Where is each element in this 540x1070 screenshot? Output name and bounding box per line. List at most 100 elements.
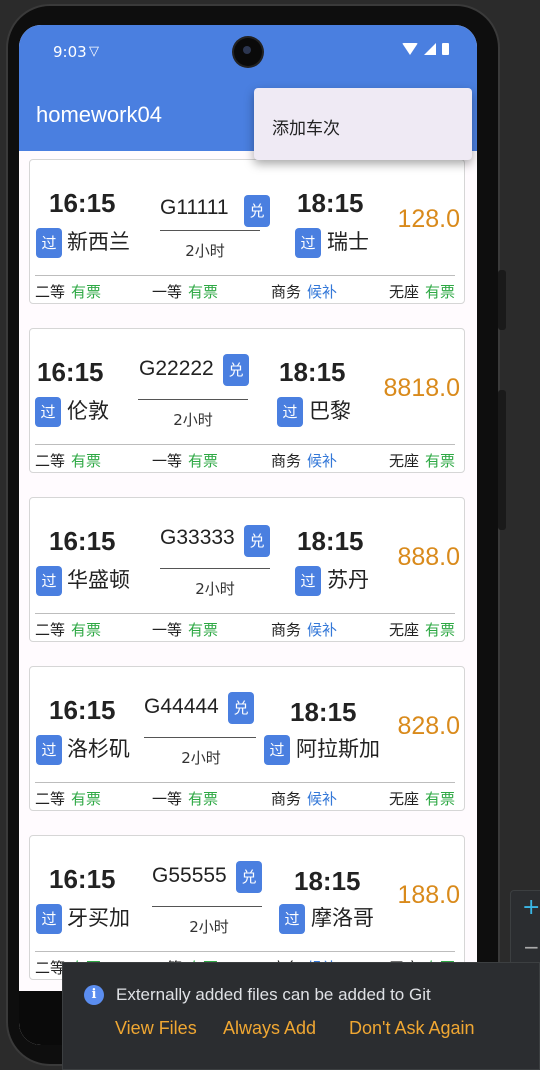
travel-duration: 2小时 xyxy=(189,918,229,936)
seat-availability: 一等有票 xyxy=(152,788,218,809)
seat-class: 一等 xyxy=(152,283,183,301)
arrival-time: 18:15 xyxy=(297,526,364,556)
origin-station: 华盛顿 xyxy=(67,568,130,592)
signal-icon xyxy=(424,43,436,55)
destination-station: 巴黎 xyxy=(309,399,351,423)
seat-status: 有票 xyxy=(188,283,219,301)
travel-duration: 2小时 xyxy=(181,749,221,767)
seat-status: 有票 xyxy=(188,452,219,470)
app-title: homework04 xyxy=(36,102,162,127)
seat-class: 无座 xyxy=(389,790,420,808)
train-number: G11111 xyxy=(160,196,229,219)
train-card[interactable]: 16:15 G44444 兑 18:15 过洛杉矶过阿拉斯加 2小时 828.0 二等 有票 一等… xyxy=(29,666,465,811)
seat-availability: 商务候补 xyxy=(271,788,337,809)
seat-availability: 商务候补 xyxy=(271,450,337,471)
train-card[interactable]: 16:15G55555兑18:15过牙买加过摩洛哥2小时188.0二等有票一等有… xyxy=(29,835,465,980)
seat-class: 二等 xyxy=(35,621,66,639)
exchange-badge: 兑 xyxy=(244,195,270,227)
card-divider xyxy=(35,613,455,614)
train-number: G44444 xyxy=(144,695,219,718)
volume-button xyxy=(498,270,506,330)
zoom-in-button[interactable]: + xyxy=(522,895,540,920)
dont-ask-again-link[interactable]: Don't Ask Again xyxy=(349,1018,475,1039)
phone-screen: 9:03 ▽ homework04 添加车次 16:15 G11111 兑 18:15… xyxy=(19,25,477,1045)
seat-class: 商务 xyxy=(271,790,302,808)
seat-status: 候补 xyxy=(307,283,338,301)
git-notification: i Externally added files can be added to… xyxy=(62,962,540,1070)
vpn-shield-icon: ▽ xyxy=(89,44,99,59)
power-button xyxy=(498,390,506,530)
battery-icon xyxy=(442,43,449,55)
always-add-link[interactable]: Always Add xyxy=(223,1018,316,1039)
pass-badge-from: 过 xyxy=(36,904,62,934)
route-line xyxy=(138,399,248,400)
departure-time: 16:15 xyxy=(49,864,116,894)
ticket-price: 188.0 xyxy=(397,881,460,909)
card-divider xyxy=(35,444,455,445)
pass-badge-to: 过 xyxy=(277,397,303,427)
exchange-badge: 兑 xyxy=(223,354,249,386)
train-number: G22222 xyxy=(139,357,214,380)
seat-status: 候补 xyxy=(307,621,338,639)
seat-availability: 无座有票 xyxy=(389,281,455,302)
seat-availability: 一等有票 xyxy=(152,281,218,302)
zoom-out-button[interactable]: − xyxy=(523,935,540,959)
route-line xyxy=(160,568,270,569)
seat-class: 商务 xyxy=(271,283,302,301)
seat-class: 无座 xyxy=(389,452,420,470)
seat-status: 有票 xyxy=(71,790,102,808)
seat-availability: 商务候补 xyxy=(271,281,337,302)
exchange-badge: 兑 xyxy=(236,861,262,893)
seat-availability: 一等有票 xyxy=(152,619,218,640)
seat-availability: 无座有票 xyxy=(389,788,455,809)
seat-class: 一等 xyxy=(152,621,183,639)
ticket-price: 888.0 xyxy=(397,543,460,571)
ide-side-panel: + − xyxy=(510,890,540,972)
notification-text: Externally added files can be added to G… xyxy=(116,985,431,1004)
origin-station: 伦敦 xyxy=(67,399,109,423)
seat-class: 无座 xyxy=(389,621,420,639)
seat-class: 二等 xyxy=(35,959,66,977)
overflow-menu: 添加车次 xyxy=(254,88,472,160)
train-number: G33333 xyxy=(160,526,235,549)
info-icon: i xyxy=(84,985,104,1005)
menu-item-add-train[interactable]: 添加车次 xyxy=(272,114,340,139)
status-icons xyxy=(402,43,449,55)
seat-status: 有票 xyxy=(425,283,456,301)
view-files-link[interactable]: View Files xyxy=(115,1018,197,1039)
seat-availability: 二等有票 xyxy=(35,281,101,302)
travel-duration: 2小时 xyxy=(173,411,213,429)
route-line xyxy=(160,230,260,231)
arrival-time: 18:15 xyxy=(290,697,357,727)
departure-time: 16:15 xyxy=(49,695,116,725)
seat-status: 候补 xyxy=(307,452,338,470)
pass-badge-to: 过 xyxy=(279,904,305,934)
status-bar: 9:03 ▽ xyxy=(19,25,477,81)
seat-class: 二等 xyxy=(35,790,66,808)
seat-class: 无座 xyxy=(389,283,420,301)
arrival-time: 18:15 xyxy=(279,357,346,387)
departure-time: 16:15 xyxy=(49,188,116,218)
train-card[interactable]: 16:15 G22222 兑 18:15 过伦敦过巴黎 2小时 8818.0 二等 有票 一等 有票… xyxy=(29,328,465,473)
train-card[interactable]: 16:15 G11111 兑 18:15 过新西兰过瑞士 2小时 128.0 二等 有票 一等 有票… xyxy=(29,159,465,304)
destination-station: 阿拉斯加 xyxy=(296,737,380,761)
travel-duration: 2小时 xyxy=(185,242,225,260)
seat-class: 二等 xyxy=(35,283,66,301)
train-card[interactable]: 16:15 G33333 兑 18:15 过华盛顿过苏丹 2小时 888.0 二等 有票 一等 有票… xyxy=(29,497,465,642)
pass-badge-from: 过 xyxy=(35,397,61,427)
seat-status: 有票 xyxy=(71,621,102,639)
seat-class: 一等 xyxy=(152,790,183,808)
train-number: G55555 xyxy=(152,864,227,887)
seat-availability: 二等有票 xyxy=(35,619,101,640)
pass-badge-to: 过 xyxy=(295,228,321,258)
arrival-time: 18:15 xyxy=(297,188,364,218)
origin-station: 洛杉矶 xyxy=(67,737,130,761)
pass-badge-to: 过 xyxy=(295,566,321,596)
seat-class: 一等 xyxy=(152,452,183,470)
pass-badge-from: 过 xyxy=(36,228,62,258)
ticket-price: 8818.0 xyxy=(383,374,460,402)
seat-status: 有票 xyxy=(425,790,456,808)
train-list[interactable]: 16:15 G11111 兑 18:15 过新西兰过瑞士 2小时 128.0 二等 有票 一等 有票… xyxy=(19,151,477,991)
status-time: 9:03 xyxy=(53,43,87,61)
wifi-icon xyxy=(402,43,418,55)
